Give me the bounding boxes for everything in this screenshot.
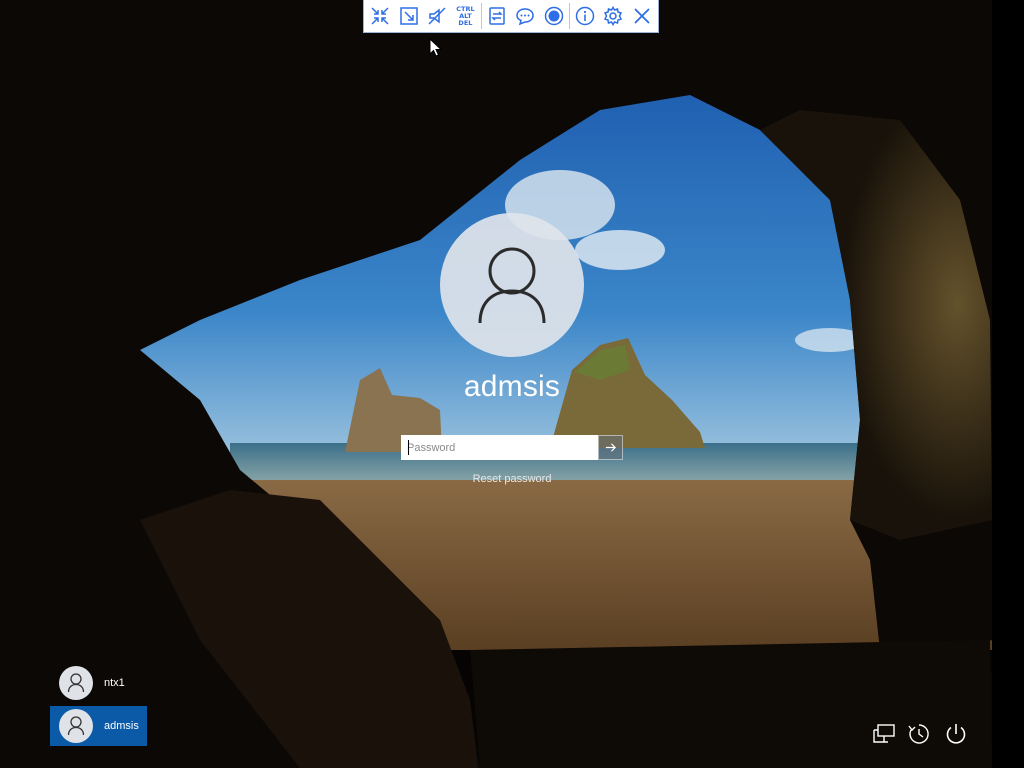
accessibility-icon	[908, 724, 929, 744]
user-tile-avatar	[59, 709, 93, 743]
chat-button[interactable]	[512, 2, 539, 30]
password-input[interactable]	[401, 435, 598, 460]
fullscreen-icon	[371, 7, 389, 25]
submit-password-button[interactable]	[598, 435, 623, 460]
user-tile-ntx1[interactable]: ntx1	[50, 663, 147, 703]
user-tile-admsis[interactable]: admsis	[50, 706, 147, 746]
info-button[interactable]	[571, 2, 598, 30]
network-icon	[873, 724, 895, 743]
settings-icon	[604, 6, 623, 26]
remote-session-toolbar: CTRL ALT DEL	[363, 0, 659, 33]
user-tile-avatar	[59, 666, 93, 700]
power-icon	[946, 724, 966, 744]
ctrl-alt-del-button[interactable]: CTRL ALT DEL	[452, 2, 479, 30]
user-silhouette-icon	[478, 247, 546, 324]
fullscreen-button[interactable]	[367, 2, 394, 30]
mute-audio-icon	[428, 7, 446, 25]
mute-audio-button[interactable]	[423, 2, 450, 30]
user-silhouette-icon	[67, 716, 85, 736]
reset-password-link[interactable]: Reset password	[452, 473, 572, 485]
record-icon	[544, 6, 563, 26]
password-field-group	[401, 435, 623, 460]
arrow-right-icon	[605, 443, 616, 452]
toolbar-separator	[568, 3, 570, 29]
user-silhouette-icon	[67, 673, 85, 693]
record-button[interactable]	[540, 2, 567, 30]
user-tile-name: ntx1	[104, 677, 125, 689]
info-icon	[575, 6, 595, 26]
switch-display-button[interactable]	[483, 2, 510, 30]
login-username: admsis	[463, 370, 561, 403]
toolbar-separator	[480, 3, 482, 29]
ctrl-alt-del-icon: CTRL ALT DEL	[456, 4, 475, 27]
chat-icon	[516, 8, 534, 26]
network-button[interactable]	[870, 720, 898, 748]
text-caret	[408, 440, 409, 455]
switch-display-icon	[489, 7, 505, 25]
settings-button[interactable]	[600, 2, 627, 30]
user-avatar	[440, 213, 584, 357]
user-tile-name: admsis	[104, 720, 139, 732]
close-button[interactable]	[628, 2, 655, 30]
power-button[interactable]	[942, 720, 970, 748]
fit-screen-icon	[399, 7, 418, 25]
close-icon	[634, 8, 650, 24]
accessibility-button[interactable]	[905, 720, 933, 748]
mouse-cursor-icon	[429, 38, 443, 57]
fit-screen-button[interactable]	[395, 2, 422, 30]
